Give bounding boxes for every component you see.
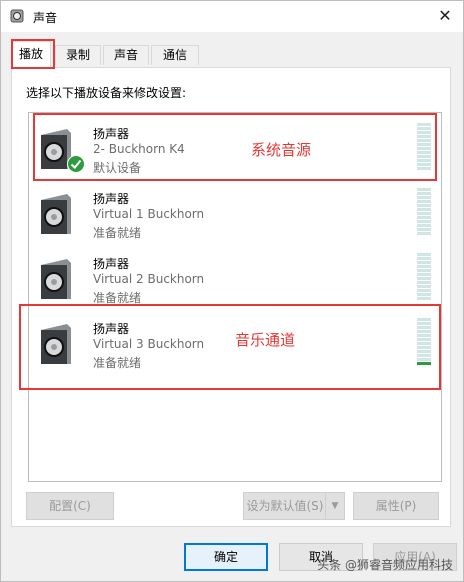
set-default-label: 设为默认值(S) [246,499,324,513]
device-name: 扬声器 [93,257,130,271]
device-status: 准备就绪 [93,226,142,240]
properties-button[interactable]: 属性(P) [353,492,439,520]
tab-highlight-box [11,39,55,69]
set-default-button[interactable]: 设为默认值(S) ▼ [243,492,345,520]
tab-recording[interactable]: 录制 [55,45,101,65]
volume-meter [417,253,431,301]
device-status: 默认设备 [93,161,142,175]
device-status: 准备就绪 [93,291,142,305]
device-subtitle: Virtual 1 Buckhorn [93,207,205,221]
volume-meter [417,188,431,236]
speaker-device-icon [41,194,71,234]
sound-dialog: 声音 ✕ 播放 录制 声音 通信 选择以下播放设备来修改设置: 扬声器 2- B… [0,0,464,582]
device-subtitle: 2- Buckhorn K4 [93,142,185,156]
chevron-down-icon[interactable]: ▼ [325,493,344,519]
device-status: 准备就绪 [93,356,142,370]
volume-meter [417,123,431,171]
volume-meter [417,318,431,366]
device-list[interactable]: 扬声器 2- Buckhorn K4 默认设备 扬声器 Virtual 1 Bu… [28,112,442,482]
tab-communications[interactable]: 通信 [151,45,199,65]
watermark-text: 头条 @狮睿音频应用科技 [317,558,453,572]
device-name: 扬声器 [93,127,130,141]
tab-bar: 播放 录制 声音 通信 [11,41,451,68]
list-item[interactable]: 扬声器 2- Buckhorn K4 默认设备 [29,115,441,179]
title-bar: 声音 ✕ [1,1,463,32]
speaker-device-icon [41,259,71,299]
close-button[interactable]: ✕ [433,5,457,27]
music-channel-annotation: 音乐通道 [235,331,296,349]
instruction-text: 选择以下播放设备来修改设置: [26,86,187,100]
device-subtitle: Virtual 3 Buckhorn [93,337,205,351]
system-source-annotation: 系统音源 [251,141,312,159]
configure-button[interactable]: 配置(C) [26,492,114,520]
device-subtitle: Virtual 2 Buckhorn [93,272,205,286]
tab-sounds[interactable]: 声音 [103,45,149,65]
window-title: 声音 [33,11,58,25]
speaker-device-icon [41,324,71,364]
playback-panel: 选择以下播放设备来修改设置: 扬声器 2- Buckhorn K4 默认设备 扬… [11,67,451,527]
list-item[interactable]: 扬声器 Virtual 1 Buckhorn 准备就绪 [29,180,441,244]
ok-button[interactable]: 确定 [184,543,268,571]
speaker-icon [10,9,24,23]
list-item[interactable]: 扬声器 Virtual 2 Buckhorn 准备就绪 [29,245,441,309]
default-check-icon [67,155,85,173]
device-name: 扬声器 [93,322,130,336]
device-name: 扬声器 [93,192,130,206]
